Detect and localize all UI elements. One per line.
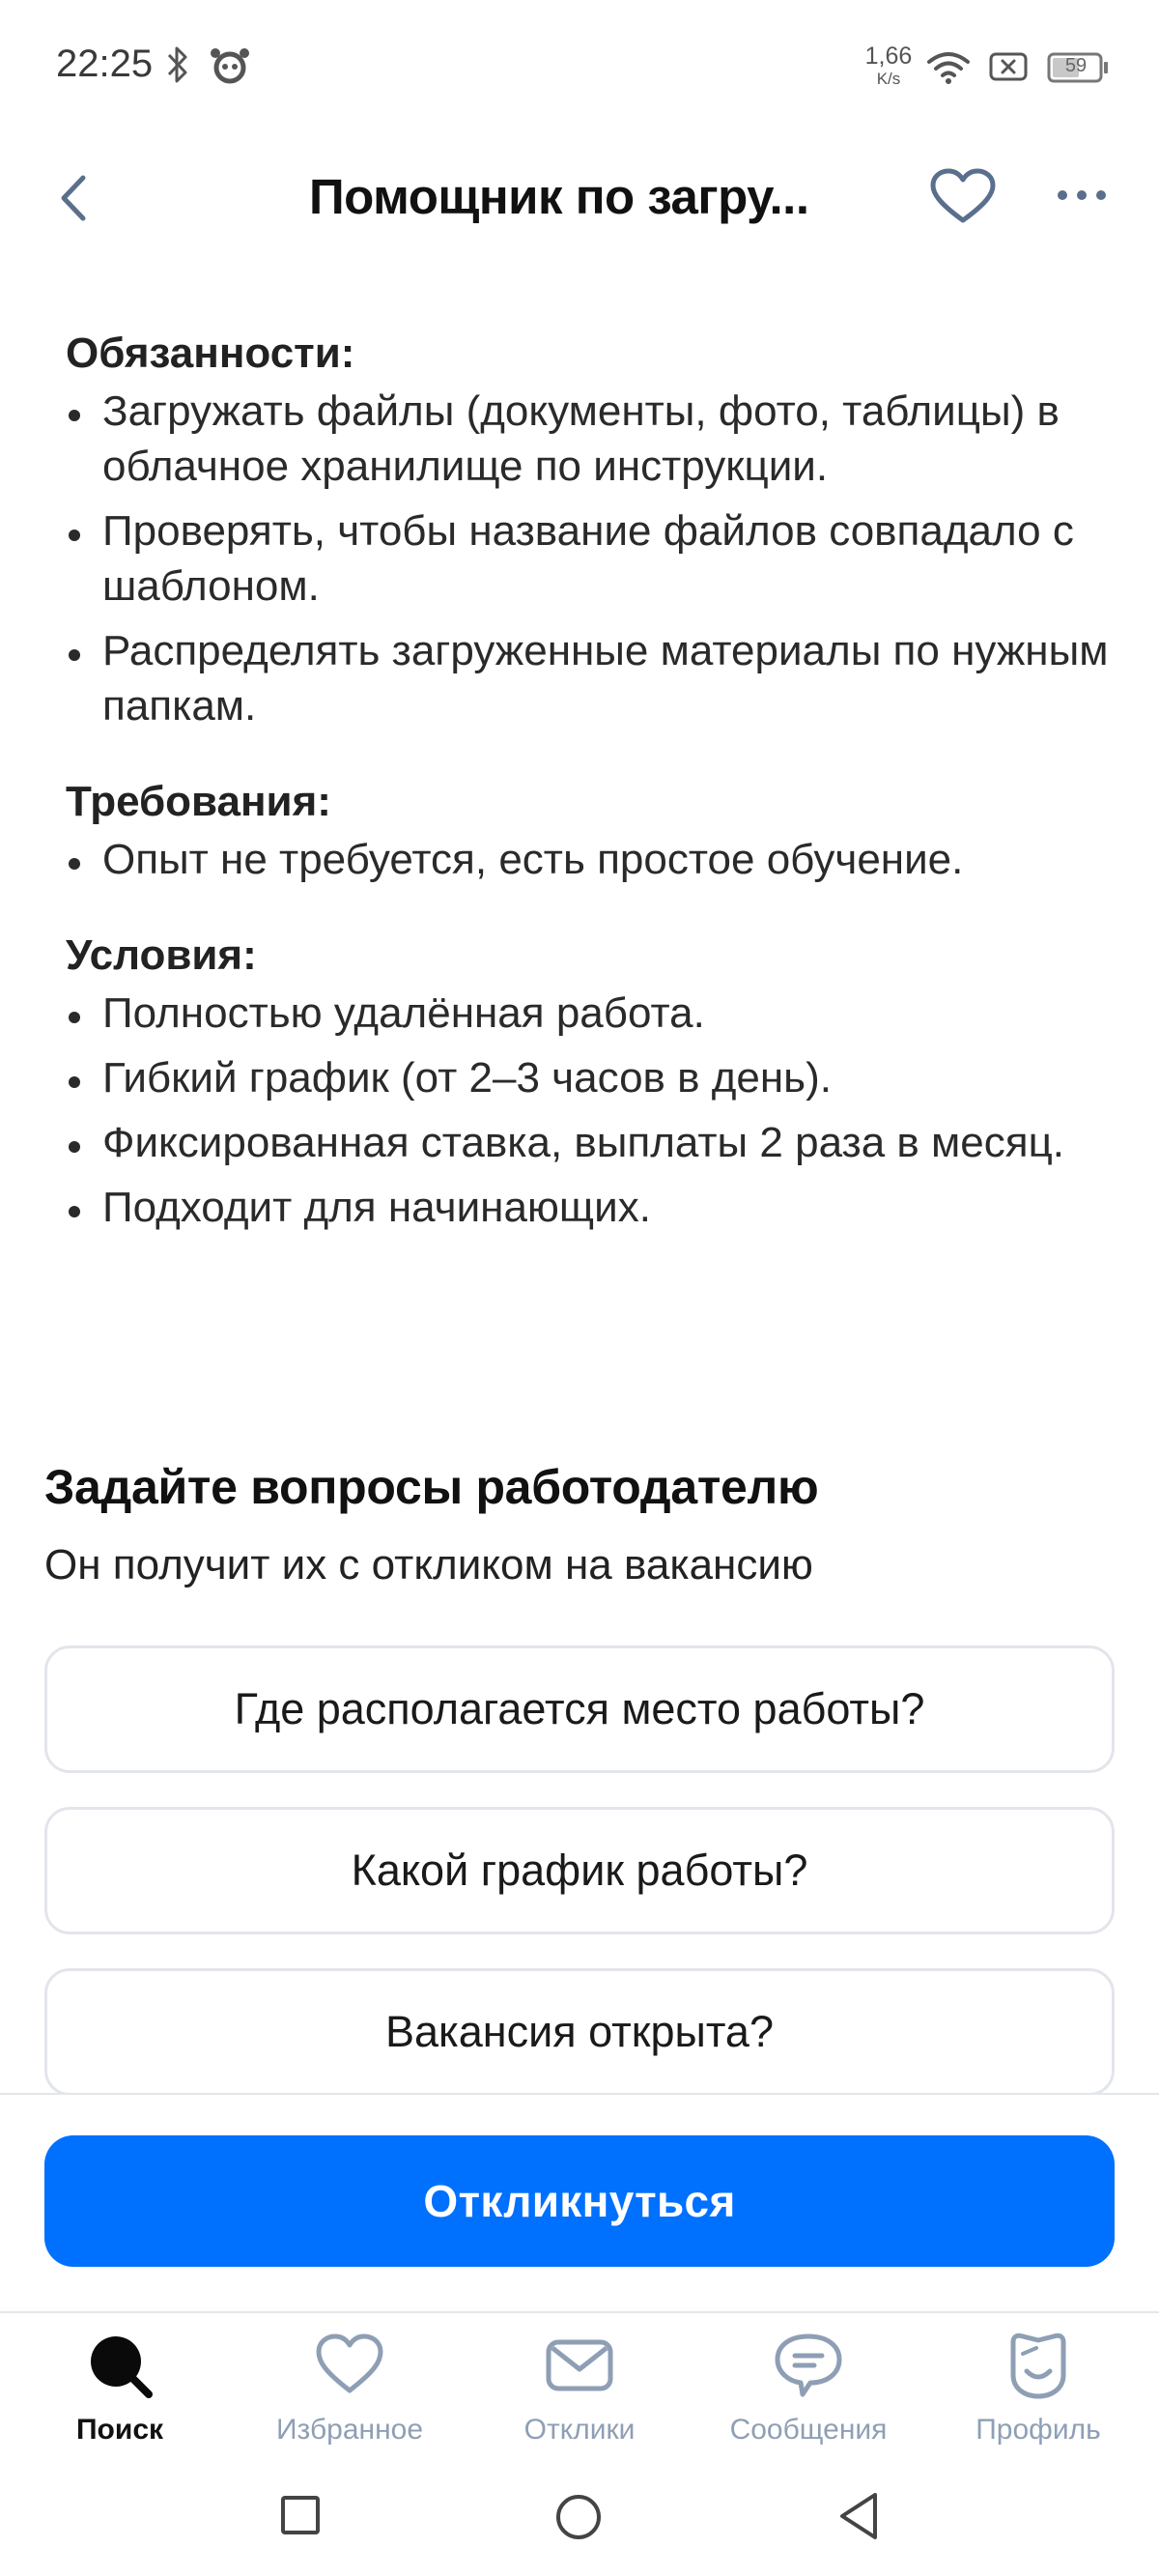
nav-label: Поиск (75, 2414, 164, 2446)
nav-item-favorites[interactable]: Избранное (243, 2329, 456, 2464)
list-item: Опыт не требуется, есть простое обучение… (66, 832, 1109, 887)
alarm-icon (211, 48, 249, 84)
nav-item-profile[interactable]: Профиль (932, 2329, 1145, 2464)
bottom-nav: Поиск Избранное Отклики Сообщения Профил… (0, 2313, 1159, 2468)
list-item: Подходит для начинающих. (66, 1180, 1109, 1235)
nav-item-responses[interactable]: Отклики (473, 2329, 686, 2464)
divider (0, 2093, 1159, 2095)
wifi-icon (927, 52, 970, 84)
list-item: Полностью удалённая работа. (66, 986, 1109, 1041)
vacancy-description: Обязанности: Загружать файлы (документы,… (66, 324, 1109, 1245)
list-item: Проверять, чтобы название файлов совпада… (66, 503, 1109, 614)
questions-subtitle: Он получит их с откликом на вакансию (44, 1541, 813, 1589)
network-speed-unit: K/s (876, 70, 901, 88)
no-sim-icon (989, 52, 1028, 81)
question-button-location[interactable]: Где располагается место работы? (44, 1646, 1115, 1773)
nav-item-search[interactable]: Поиск (14, 2329, 226, 2464)
system-nav-bar (0, 2468, 1159, 2576)
search-icon (91, 2336, 153, 2398)
system-back-icon[interactable] (836, 2491, 881, 2541)
app-header: Помощник по загру... (0, 145, 1159, 251)
more-options-icon[interactable] (1055, 184, 1109, 207)
requirements-list: Опыт не требуется, есть простое обучение… (66, 832, 1109, 887)
chat-icon (775, 2333, 842, 2397)
requirements-heading: Требования: (66, 778, 331, 825)
conditions-heading: Условия: (66, 931, 257, 979)
home-icon[interactable] (554, 2493, 603, 2541)
profile-icon (1010, 2333, 1066, 2399)
heart-icon (316, 2333, 383, 2393)
recent-apps-icon[interactable] (280, 2495, 321, 2535)
status-time: 22:25 (56, 43, 154, 85)
list-item: Распределять загруженные материалы по ну… (66, 623, 1109, 733)
nav-label: Отклики (523, 2414, 636, 2446)
nav-label: Профиль (975, 2414, 1101, 2446)
question-button-open[interactable]: Вакансия открыта? (44, 1968, 1115, 2096)
network-speed: 1,66 K/s (860, 43, 918, 88)
bluetooth-icon (167, 46, 187, 83)
list-item: Загружать файлы (документы, фото, таблиц… (66, 384, 1109, 494)
list-item: Гибкий график (от 2–3 часов в день). (66, 1050, 1109, 1105)
duties-list: Загружать файлы (документы, фото, таблиц… (66, 384, 1109, 733)
list-item: Фиксированная ставка, выплаты 2 раза в м… (66, 1115, 1109, 1170)
favorite-heart-icon[interactable] (929, 168, 997, 226)
status-bar: 22:25 1,66 K/s 59 (0, 0, 1159, 135)
question-button-schedule[interactable]: Какой график работы? (44, 1807, 1115, 1934)
questions-title: Задайте вопросы работодателю (44, 1460, 819, 1514)
battery-level: 59 (1064, 55, 1088, 76)
nav-item-messages[interactable]: Сообщения (702, 2329, 915, 2464)
page-title: Помощник по загру... (309, 169, 809, 224)
vacancy-page: 22:25 1,66 K/s 59 Помощник по загру... О… (0, 0, 1159, 2576)
back-arrow-icon[interactable] (54, 170, 93, 226)
network-speed-value: 1,66 (864, 43, 913, 70)
conditions-list: Полностью удалённая работа. Гибкий графи… (66, 986, 1109, 1235)
duties-heading: Обязанности: (66, 329, 355, 377)
nav-label: Избранное (275, 2414, 424, 2446)
nav-label: Сообщения (729, 2414, 888, 2446)
envelope-icon (546, 2339, 613, 2391)
apply-button[interactable]: Откликнуться (44, 2135, 1115, 2267)
